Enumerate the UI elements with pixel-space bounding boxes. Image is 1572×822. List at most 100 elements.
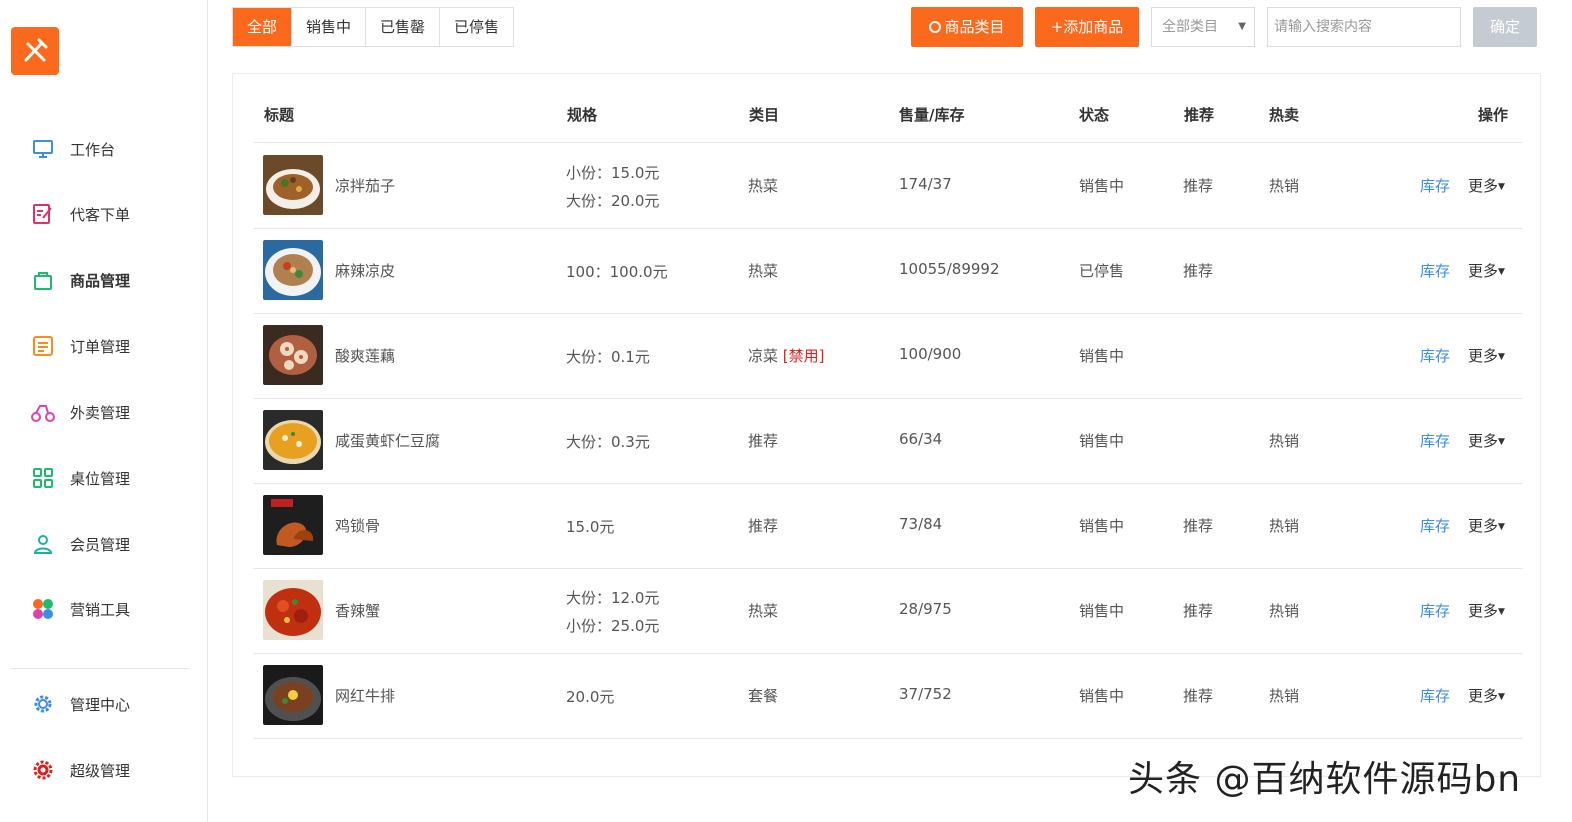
status-badge: 销售中 [1079,347,1125,365]
product-category: 热菜 [748,175,778,196]
add-product-button[interactable]: +添加商品 [1035,7,1139,47]
stock-link[interactable]: 库存 [1420,260,1450,281]
header-category: 类目 [749,106,780,124]
sales-stock: 66/34 [899,430,943,448]
status-badge: 销售中 [1079,517,1125,535]
category-button[interactable]: 商品类目 [911,7,1023,47]
recommend-flag: 推荐 [1183,687,1214,705]
product-thumbnail[interactable] [263,495,323,555]
user-icon [30,531,56,557]
caret-down-icon: ▼ [1498,352,1505,362]
more-dropdown[interactable]: 更多▼ [1468,430,1505,451]
recommend-flag: 推荐 [1183,517,1214,535]
more-dropdown[interactable]: 更多▼ [1468,260,1505,281]
category-select[interactable]: 全部类目 ▼ [1151,7,1255,47]
product-title[interactable]: 网红牛排 [335,685,395,706]
header-status: 状态 [1079,106,1110,124]
table-row: 咸蛋黄虾仁豆腐 大份：0.3元 推荐 66/34 销售中 热销 库存 更多▼ [253,398,1523,484]
caret-down-icon: ▼ [1498,692,1505,702]
table-row: 麻辣凉皮 100：100.0元 热菜 10055/89992 已停售 推荐 库存… [253,228,1523,314]
sidebar-item-label: 超级管理 [70,761,131,780]
sidebar-item-label: 外卖管理 [70,403,131,422]
logo[interactable] [11,27,59,75]
category-select-value: 全部类目 [1162,19,1218,35]
sidebar: 工作台代客下单商品管理订单管理外卖管理桌位管理会员管理营销工具管理中心超级管理 [0,0,208,822]
table-row: 香辣蟹 大份：12.0元 小份：25.0元 热菜 28/975 销售中 推荐 热销… [253,568,1523,654]
product-title[interactable]: 鸡锁骨 [335,515,380,536]
product-title[interactable]: 酸爽莲藕 [335,345,395,366]
product-thumbnail[interactable] [263,580,323,640]
shopping-bag-icon [30,267,56,293]
more-dropdown[interactable]: 更多▼ [1468,345,1505,366]
stock-link[interactable]: 库存 [1420,515,1450,536]
more-label: 更多 [1468,517,1499,535]
caret-down-icon: ▼ [1498,437,1505,447]
banned-badge: [禁用] [782,347,825,365]
product-title[interactable]: 咸蛋黄虾仁豆腐 [335,430,440,451]
gear-red-icon [30,757,56,783]
more-dropdown[interactable]: 更多▼ [1468,600,1505,621]
sidebar-item-6[interactable]: 会员管理 [30,529,130,559]
more-dropdown[interactable]: 更多▼ [1468,685,1505,706]
search-input[interactable] [1267,7,1461,47]
header-recommend: 推荐 [1184,106,1215,124]
sidebar-item-label: 工作台 [70,140,116,159]
hot-flag: 热销 [1269,177,1300,195]
sidebar-item-1[interactable]: 代客下单 [30,199,130,229]
table-row: 凉拌茄子 小份：15.0元 大份：20.0元 热菜 174/37 销售中 推荐 热… [253,143,1523,229]
category-label: 热菜 [748,262,779,280]
sidebar-item-7[interactable]: 营销工具 [30,594,130,624]
sidebar-item-0[interactable]: 工作台 [30,134,115,164]
stock-link[interactable]: 库存 [1420,175,1450,196]
product-thumbnail[interactable] [263,240,323,300]
sidebar-item-label: 营销工具 [70,600,131,619]
header-title: 标题 [264,106,295,124]
stock-link[interactable]: 库存 [1420,430,1450,451]
sidebar-item-label: 桌位管理 [70,469,131,488]
spec-line: 小份：25.0元 [566,617,660,635]
product-category: 推荐 [748,430,778,451]
tab-sold-out[interactable]: 已售罄 [366,8,441,46]
product-category: 推荐 [748,515,778,536]
spec-line: 大份：12.0元 [566,589,660,607]
confirm-button[interactable]: 确定 [1473,7,1537,47]
stock-link[interactable]: 库存 [1420,345,1450,366]
product-thumbnail[interactable] [263,325,323,385]
more-dropdown[interactable]: 更多▼ [1468,175,1505,196]
product-title[interactable]: 香辣蟹 [335,600,380,621]
tab-discontinued[interactable]: 已停售 [440,8,514,46]
product-title[interactable]: 麻辣凉皮 [335,260,395,281]
recommend-flag: 推荐 [1183,602,1214,620]
watermark: 头条 @百纳软件源码bn [1128,759,1522,800]
tab-on-sale[interactable]: 销售中 [292,8,367,46]
sidebar-item-label: 商品管理 [70,271,131,290]
product-thumbnail[interactable] [263,410,323,470]
table-row: 酸爽莲藕 大份：0.1元 凉菜 [禁用] 100/900 销售中 库存 更多▼ [253,313,1523,399]
product-thumbnail[interactable] [263,155,323,215]
caret-down-icon: ▼ [1498,182,1505,192]
sales-stock: 10055/89992 [899,260,1000,278]
more-dropdown[interactable]: 更多▼ [1468,515,1505,536]
product-table: 标题 规格 类目 售量/库存 状态 推荐 热卖 操作 凉拌茄子 小份：15.0元… [232,73,1541,777]
hot-flag: 热销 [1269,517,1300,535]
tab-all[interactable]: 全部 [233,8,293,46]
category-label: 凉菜 [748,347,779,365]
product-title[interactable]: 凉拌茄子 [335,175,395,196]
category-button-label: 商品类目 [944,18,1005,36]
stock-link[interactable]: 库存 [1420,600,1450,621]
stock-link[interactable]: 库存 [1420,685,1450,706]
header-spec: 规格 [567,106,598,124]
sidebar-item-5[interactable]: 桌位管理 [30,463,130,493]
spec-line: 20.0元 [566,688,615,706]
sidebar-item-8[interactable]: 管理中心 [30,689,130,719]
sales-stock: 37/752 [899,685,952,703]
more-label: 更多 [1468,347,1499,365]
sidebar-item-9[interactable]: 超级管理 [30,755,130,785]
sidebar-item-3[interactable]: 订单管理 [30,331,130,361]
spec-line: 100：100.0元 [566,263,668,281]
product-thumbnail[interactable] [263,665,323,725]
spec-line: 大份：20.0元 [566,192,660,210]
sidebar-item-2[interactable]: 商品管理 [30,265,130,295]
sidebar-item-4[interactable]: 外卖管理 [30,397,130,427]
header-sales-stock: 售量/库存 [899,106,965,124]
